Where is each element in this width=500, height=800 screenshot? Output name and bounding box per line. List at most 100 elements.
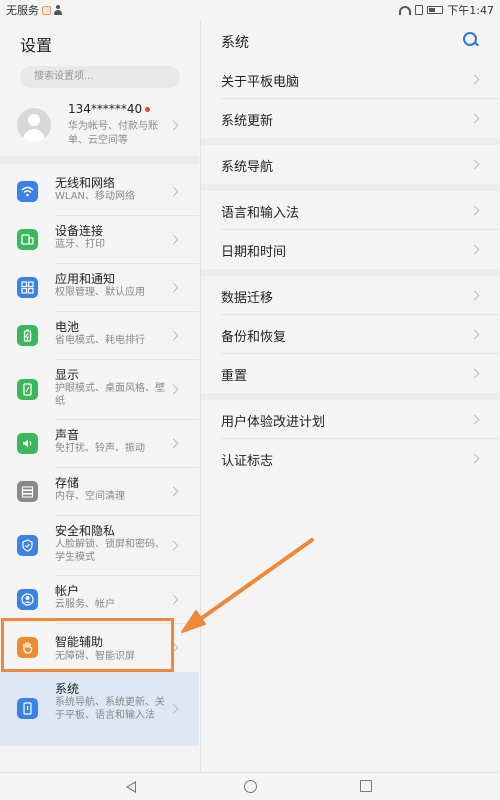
wifi-icon xyxy=(17,181,38,202)
sidebar-item-label: 系统 xyxy=(55,682,80,696)
wifi-status-icon xyxy=(399,5,412,15)
menu-item-label: 用户体验改进计划 xyxy=(221,415,326,430)
chevron-right-icon xyxy=(469,159,480,170)
chevron-right-icon xyxy=(168,120,179,131)
clock: 下午1:47 xyxy=(447,4,494,17)
navigation-bar xyxy=(0,772,500,800)
chevron-right-icon xyxy=(168,186,179,197)
chevron-right-icon xyxy=(469,368,480,379)
chevron-right-icon xyxy=(469,74,480,85)
sidebar-item-sub: 系统导航、系统更新、关于平板、语言和输入法 xyxy=(55,697,165,721)
sidebar-item-sub: WLAN、移动网络 xyxy=(55,191,136,202)
menu-item-label: 语言和输入法 xyxy=(221,206,300,221)
avatar xyxy=(17,108,51,142)
sidebar-item-security[interactable]: 安全和隐私 人脸解锁、锁屏和密码、学生模式 xyxy=(0,516,199,576)
chevron-right-icon xyxy=(469,414,480,425)
system-icon xyxy=(17,698,38,719)
sidebar-item-sub: 护眼模式、桌面风格、壁纸 xyxy=(55,383,165,407)
sidebar-item-sub: 蓝牙、打印 xyxy=(55,239,105,250)
chevron-right-icon xyxy=(168,594,179,605)
menu-item-language-input[interactable]: 语言和输入法 xyxy=(201,191,500,230)
panel-title: 系统 xyxy=(221,35,249,51)
account-subtitle: 华为帐号、付款与账单、云空间等 xyxy=(68,121,158,146)
chevron-right-icon xyxy=(168,438,179,449)
apps-icon xyxy=(17,277,38,298)
battery-status-icon xyxy=(427,6,444,14)
menu-item-label: 备份和恢复 xyxy=(221,330,287,345)
menu-item-system-navigation[interactable]: 系统导航 xyxy=(201,145,500,184)
chevron-right-icon xyxy=(168,384,179,395)
sidebar-item-sound[interactable]: 声音 免打扰、铃声、振动 xyxy=(0,420,199,468)
menu-item-certification[interactable]: 认证标志 xyxy=(201,439,500,478)
sidebar-item-wireless[interactable]: 无线和网络 WLAN、移动网络 xyxy=(0,168,199,216)
sidebar-item-label: 电池 xyxy=(55,320,80,334)
menu-item-label: 系统更新 xyxy=(221,114,274,129)
menu-item-system-update[interactable]: 系统更新 xyxy=(201,99,500,138)
home-icon[interactable] xyxy=(244,780,257,793)
menu-item-label: 日期和时间 xyxy=(221,245,287,260)
sidebar-item-sub: 权限管理、默认应用 xyxy=(55,287,145,298)
menu-item-backup-restore[interactable]: 备份和恢复 xyxy=(201,315,500,354)
chevron-right-icon xyxy=(469,244,480,255)
divider xyxy=(0,156,199,164)
chevron-right-icon xyxy=(168,234,179,245)
sidebar-item-system[interactable]: 系统 系统导航、系统更新、关于平板、语言和输入法 xyxy=(0,672,199,746)
sidebar-item-sub: 云服务、帐户 xyxy=(55,599,115,610)
sidebar-item-battery[interactable]: 电池 省电模式、耗电排行 xyxy=(0,312,199,360)
menu-item-date-time[interactable]: 日期和时间 xyxy=(201,230,500,269)
carrier-text: 无服务 xyxy=(6,4,39,17)
message-icon xyxy=(42,5,51,15)
chevron-right-icon xyxy=(469,205,480,216)
notification-dot xyxy=(145,107,151,112)
chevron-right-icon xyxy=(168,703,179,714)
display-icon xyxy=(17,379,38,400)
chevron-right-icon xyxy=(469,290,480,301)
person-icon xyxy=(54,5,62,15)
search-icon[interactable] xyxy=(463,32,478,47)
back-icon[interactable] xyxy=(126,781,136,793)
sidebar-item-sub: 免打扰、铃声、振动 xyxy=(55,443,145,454)
status-bar: 无服务 下午1:47 xyxy=(0,0,500,20)
device-connection-icon xyxy=(17,229,38,250)
sidebar-item-label: 安全和隐私 xyxy=(55,524,116,538)
sidebar-item-label: 存储 xyxy=(55,476,80,490)
sidebar-item-storage[interactable]: 存储 内存、空间清理 xyxy=(0,468,199,516)
sidebar-item-device-connection[interactable]: 设备连接 蓝牙、打印 xyxy=(0,216,199,264)
menu-item-about-tablet[interactable]: 关于平板电脑 xyxy=(201,60,500,99)
sim-icon xyxy=(415,5,424,15)
sidebar-item-sub: 省电模式、耗电排行 xyxy=(55,335,145,346)
sidebar-item-display[interactable]: 显示 护眼模式、桌面风格、壁纸 xyxy=(0,360,199,420)
system-panel: 系统 关于平板电脑 系统更新 系统导航 语言和输入法 日期和时间 数据迁移 备份… xyxy=(200,20,500,772)
account-name: 134******40 xyxy=(68,102,143,116)
menu-item-label: 认证标志 xyxy=(221,454,274,469)
chevron-right-icon xyxy=(469,329,480,340)
sidebar-item-sub: 人脸解锁、锁屏和密码、学生模式 xyxy=(55,539,165,563)
sound-icon xyxy=(17,433,38,454)
sidebar-item-label: 声音 xyxy=(55,428,80,442)
menu-item-label: 重置 xyxy=(221,369,248,384)
sidebar-item-label: 无线和网络 xyxy=(55,176,116,190)
sidebar-item-sub: 内存、空间清理 xyxy=(55,491,125,502)
chevron-right-icon xyxy=(168,330,179,341)
sidebar-item-label: 应用和通知 xyxy=(55,272,116,286)
chevron-right-icon xyxy=(469,453,480,464)
menu-item-reset[interactable]: 重置 xyxy=(201,354,500,393)
account-row[interactable]: 134******40 华为帐号、付款与账单、云空间等 xyxy=(0,96,199,156)
menu-item-label: 关于平板电脑 xyxy=(221,75,300,90)
chevron-right-icon xyxy=(168,282,179,293)
recent-apps-icon[interactable] xyxy=(360,780,372,792)
search-input[interactable]: 搜索设置项... xyxy=(20,66,180,88)
menu-item-label: 数据迁移 xyxy=(221,291,274,306)
sidebar-item-apps[interactable]: 应用和通知 权限管理、默认应用 xyxy=(0,264,199,312)
sidebar-item-label: 显示 xyxy=(55,368,80,382)
menu-item-data-migration[interactable]: 数据迁移 xyxy=(201,276,500,315)
storage-icon xyxy=(17,481,38,502)
chevron-right-icon xyxy=(168,486,179,497)
sidebar-item-account[interactable]: 帐户 云服务、帐户 xyxy=(0,576,199,624)
menu-item-user-experience[interactable]: 用户体验改进计划 xyxy=(201,400,500,439)
shield-icon xyxy=(17,535,38,556)
sidebar-item-label: 设备连接 xyxy=(55,224,104,238)
menu-item-label: 系统导航 xyxy=(221,160,274,175)
sidebar-item-label: 帐户 xyxy=(55,584,80,598)
highlight-box xyxy=(1,618,174,672)
